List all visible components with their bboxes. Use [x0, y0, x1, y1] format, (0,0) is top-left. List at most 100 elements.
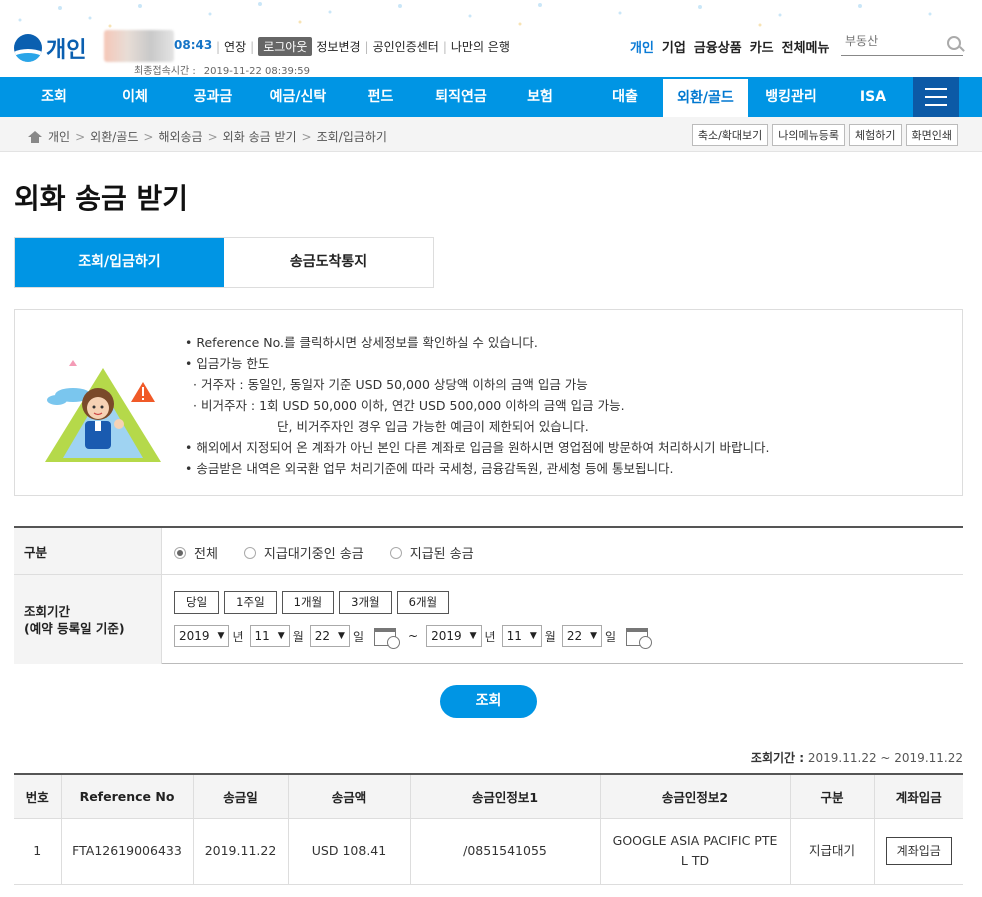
cell-info1: /0851541055: [409, 817, 601, 885]
print-button[interactable]: 화면인쇄: [905, 124, 958, 146]
session-links: | 연장 | 로그아웃 정보변경 | 공인인증센터 | 나만의 은행: [212, 37, 510, 56]
result-table: 번호 Reference No 송금일 송금액 송금인정보1 송금인정보2 구분…: [14, 773, 963, 885]
tab-inquiry-deposit[interactable]: 조회/입금하기: [15, 238, 224, 287]
tab-arrival-notice[interactable]: 송금도착통지: [224, 238, 433, 287]
bank-logo[interactable]: 개인: [14, 32, 86, 64]
divider: |: [442, 39, 447, 54]
nav-item-transfer[interactable]: 이체: [108, 77, 162, 117]
chevron-right-icon: >: [301, 129, 312, 144]
top-link-products[interactable]: 금융상품: [694, 37, 742, 56]
divider: |: [250, 39, 255, 54]
unit-month: 월: [292, 629, 304, 644]
calendar-icon[interactable]: [626, 624, 653, 649]
search-box: [841, 34, 963, 56]
top-link-all-menu[interactable]: 전체메뉴: [782, 37, 830, 56]
top-links: 개인 기업 금융상품 카드 전체메뉴: [630, 37, 837, 56]
top-link-business[interactable]: 기업: [662, 37, 686, 56]
query-button[interactable]: 조회: [440, 685, 537, 718]
hamburger-menu-icon[interactable]: [913, 77, 959, 117]
notice-line: • 입금가능 한도: [185, 356, 270, 371]
breadcrumb-item[interactable]: 개인: [48, 128, 70, 145]
col-action: 계좌입금: [873, 774, 963, 819]
zoom-button[interactable]: 축소/확대보기: [691, 124, 769, 146]
chevron-right-icon: >: [143, 129, 154, 144]
nav-item-insurance[interactable]: 보험: [493, 77, 587, 117]
cell-date: 2019.11.22: [192, 817, 289, 885]
period-6month-button[interactable]: 6개월: [396, 591, 450, 614]
from-day-select[interactable]: 22 ▼: [309, 625, 350, 647]
chevron-right-icon: >: [75, 129, 86, 144]
date-range: 2019 ▼ 년 11 ▼ 월 22 ▼ 일 ~ 2019 ▼ 년 11 ▼ 월 22 ▼ …: [174, 624, 660, 649]
breadcrumb-item[interactable]: 외환/골드: [90, 128, 138, 145]
extend-session-button[interactable]: 연장: [224, 38, 246, 55]
brand-label: 개인: [46, 38, 87, 63]
radio-pending[interactable]: 지급대기중인 송금: [243, 543, 364, 562]
period-3month-button[interactable]: 3개월: [339, 591, 392, 614]
notice-line: · 비거주자 : 1회 USD 50,000 이하, 연간 USD 500,00…: [193, 398, 625, 413]
to-month-select[interactable]: 11 ▼: [501, 625, 542, 647]
type-label: 구분: [14, 528, 162, 574]
nav-item-utility[interactable]: 공과금: [162, 77, 264, 117]
period-label: 조회기간 (예약 등록일 기준): [14, 575, 162, 664]
customer-service-illustration: [45, 360, 161, 462]
nav-item-inquiry[interactable]: 조회: [0, 77, 108, 117]
radio-all[interactable]: 전체: [174, 543, 218, 562]
breadcrumb-item[interactable]: 외화 송금 받기: [223, 128, 297, 145]
dropdown-arrow-icon: ▼: [277, 631, 285, 641]
nav-item-forex[interactable]: 외환/골드: [663, 79, 748, 117]
from-year-select[interactable]: 2019 ▼: [174, 625, 230, 647]
info-change-link[interactable]: 정보변경: [316, 38, 360, 55]
search-icon[interactable]: [947, 36, 961, 50]
breadcrumb-current: 조회/입금하기: [316, 130, 387, 144]
col-ref: Reference No: [60, 774, 194, 819]
notice-line: • Reference No.를 클릭하시면 상세정보를 확인하실 수 있습니다…: [185, 335, 538, 350]
last-login-label: 최종접속시간 :: [134, 66, 196, 77]
to-day-select[interactable]: 22 ▼: [561, 625, 603, 647]
notice-line: • 해외에서 지정되어 온 계좌가 아닌 본인 다른 계좌로 입금을 원하시면 …: [185, 440, 770, 455]
period-today-button[interactable]: 당일: [174, 591, 220, 614]
nav-item-pension[interactable]: 퇴직연금: [429, 77, 493, 117]
breadcrumb-item[interactable]: 해외송금: [158, 128, 202, 145]
col-no: 번호: [14, 774, 62, 819]
last-login-value: 2019-11-22 08:39:59: [203, 66, 310, 77]
logout-button[interactable]: 로그아웃: [258, 37, 313, 56]
add-my-menu-button[interactable]: 나의메뉴등록: [772, 124, 846, 146]
cell-action: 계좌입금: [873, 817, 963, 885]
period-1month-button[interactable]: 1개월: [281, 591, 335, 614]
radio-label: 전체: [194, 547, 218, 562]
notice-line: • 송금받은 내역은 외국환 업무 처리기준에 따라 국세청, 금융감독원, 관…: [185, 461, 674, 476]
top-header: 개인 08:43 | 연장 | 로그아웃 정보변경 | 공인인증센터 | 나만의…: [0, 0, 982, 77]
top-link-card[interactable]: 카드: [750, 37, 774, 56]
radio-checked-icon: [174, 546, 186, 559]
unit-year: 년: [484, 629, 496, 644]
unit-month: 월: [544, 629, 556, 644]
notice-line: 단, 비거주자인 경우 입금 가능한 예금이 제한되어 있습니다.: [277, 419, 589, 434]
unit-day: 일: [352, 629, 365, 644]
nav-item-loan[interactable]: 대출: [587, 77, 663, 117]
cell-ref-link[interactable]: FTA12619006433: [60, 817, 194, 885]
result-period: 조회기간 : 2019.11.22 ~ 2019.11.22: [751, 749, 963, 766]
session-timer: 08:43: [174, 38, 213, 52]
to-year-select[interactable]: 2019 ▼: [426, 625, 482, 647]
dropdown-arrow-icon: ▼: [338, 631, 345, 641]
unit-year: 년: [232, 629, 244, 644]
my-bank-link[interactable]: 나만의 은행: [451, 38, 510, 55]
nav-item-fund[interactable]: 펀드: [332, 77, 429, 117]
top-link-personal[interactable]: 개인: [630, 37, 654, 56]
from-month-select[interactable]: 11 ▼: [249, 625, 290, 647]
notice-list: • Reference No.를 클릭하시면 상세정보를 확인하실 수 있습니다…: [185, 332, 769, 479]
period-1week-button[interactable]: 1주일: [224, 591, 277, 614]
cert-center-link[interactable]: 공인인증센터: [373, 38, 439, 55]
nav-item-banking-mgmt[interactable]: 뱅킹관리: [748, 77, 834, 117]
nav-item-deposit[interactable]: 예금/신탁: [264, 77, 332, 117]
search-input[interactable]: [841, 34, 939, 48]
nav-item-isa[interactable]: ISA: [834, 77, 912, 117]
home-icon[interactable]: [28, 130, 42, 143]
account-deposit-button[interactable]: 계좌입금: [885, 837, 952, 865]
radio-paid[interactable]: 지급된 송금: [389, 543, 474, 562]
demo-button[interactable]: 체험하기: [849, 124, 902, 146]
calendar-icon[interactable]: [374, 624, 401, 649]
col-info1: 송금인정보1: [409, 774, 601, 819]
divider: |: [216, 39, 221, 54]
dropdown-arrow-icon: ▼: [469, 631, 477, 641]
